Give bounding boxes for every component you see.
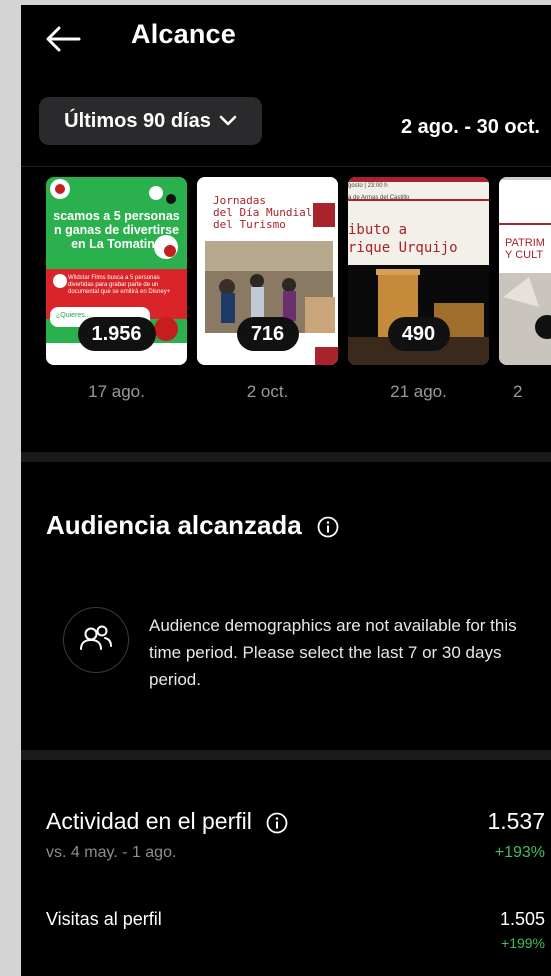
back-button[interactable] — [43, 21, 83, 57]
post-carousel[interactable]: scamos a 5 personas n ganas de divertirs… — [21, 177, 551, 417]
profile-visits-value: 1.505 — [499, 909, 545, 929]
profile-visits-label: Visitas al perfil — [46, 909, 162, 929]
profile-visits-delta: +199% — [501, 935, 545, 951]
reach-count: 490 — [387, 317, 450, 351]
section-separator — [21, 452, 551, 462]
date-range-dropdown[interactable]: Últimos 90 días — [39, 97, 262, 145]
divider — [21, 166, 551, 167]
info-icon[interactable] — [266, 812, 288, 834]
audience-unavailable-message: Audience demographics are not available … — [149, 616, 517, 689]
activity-section-title: Actividad en el perfil — [46, 808, 288, 835]
post-thumbnail[interactable]: PATRIM Y CULT — [499, 177, 551, 365]
post-date: 17 ago. — [88, 382, 145, 401]
activity-total-value: 1.537 — [487, 808, 545, 834]
post-caption-line: scamos a 5 personas — [53, 209, 180, 223]
audience-title-text: Audiencia alcanzada — [46, 510, 302, 540]
top-bar: Alcance — [21, 5, 551, 77]
post-caption: Jornadas del Día Mundial del Turismo — [213, 195, 312, 231]
post-caption: scamos a 5 personas n ganas de divertirs… — [46, 209, 187, 251]
people-icon — [80, 625, 112, 650]
post-thumbnail[interactable]: scamos a 5 personas n ganas de divertirs… — [46, 177, 187, 365]
post-caption-line: rique Urquijo — [348, 240, 458, 256]
post-top-text-line: gosto | 23:00 h — [348, 183, 388, 189]
post-small-text: Wildstar Films busca a 5 personas divert… — [68, 275, 171, 295]
post-caption: PATRIM Y CULT — [505, 237, 545, 261]
post-top-text: gosto | 23:00 h a de Armas del Castillo — [348, 180, 409, 204]
page-title: Alcance — [131, 19, 236, 49]
section-separator — [21, 750, 551, 760]
post-top-text-line: a de Armas del Castillo — [348, 195, 410, 201]
post-caption-line: Y CULT — [505, 249, 544, 261]
date-range-text: 2 ago. - 30 oct. — [401, 116, 540, 138]
post-caption-line: PATRIM — [505, 237, 545, 249]
reach-count: 1.956 — [77, 317, 156, 351]
post-caption-line: del Turismo — [213, 218, 286, 231]
chevron-down-icon — [219, 115, 237, 126]
post-date: 2 oct. — [246, 382, 289, 401]
activity-total-delta: +193% — [494, 844, 545, 861]
back-arrow-icon — [46, 26, 81, 52]
post-date: 21 ago. — [390, 382, 447, 401]
post-thumbnail[interactable]: Jornadas del Día Mundial del Turismo 716 — [197, 177, 338, 365]
post-caption-line: en La Tomatina — [71, 237, 162, 251]
audience-icon-circle — [63, 607, 129, 673]
audience-section-title: Audiencia alcanzada — [46, 510, 339, 541]
screen: Alcance Últimos 90 días 2 ago. - 30 oct. — [21, 5, 551, 976]
post-image — [499, 177, 551, 365]
post-caption-line: n ganas de divertirse — [53, 223, 180, 237]
post-date: 2 — [513, 382, 523, 401]
post-thumbnail[interactable]: gosto | 23:00 h a de Armas del Castillo … — [348, 177, 489, 365]
reach-count: 716 — [236, 317, 299, 351]
activity-title-text: Actividad en el perfil — [46, 808, 252, 834]
post-caption-line: ibuto a — [348, 222, 408, 238]
info-icon[interactable] — [317, 516, 339, 538]
post-caption: ibuto a rique Urquijo — [348, 221, 458, 257]
activity-comparison: vs. 4 may. - 1 ago. — [46, 844, 177, 861]
date-range-label: Últimos 90 días — [64, 109, 211, 132]
post-cta: ¿Quieres... — [56, 312, 91, 319]
